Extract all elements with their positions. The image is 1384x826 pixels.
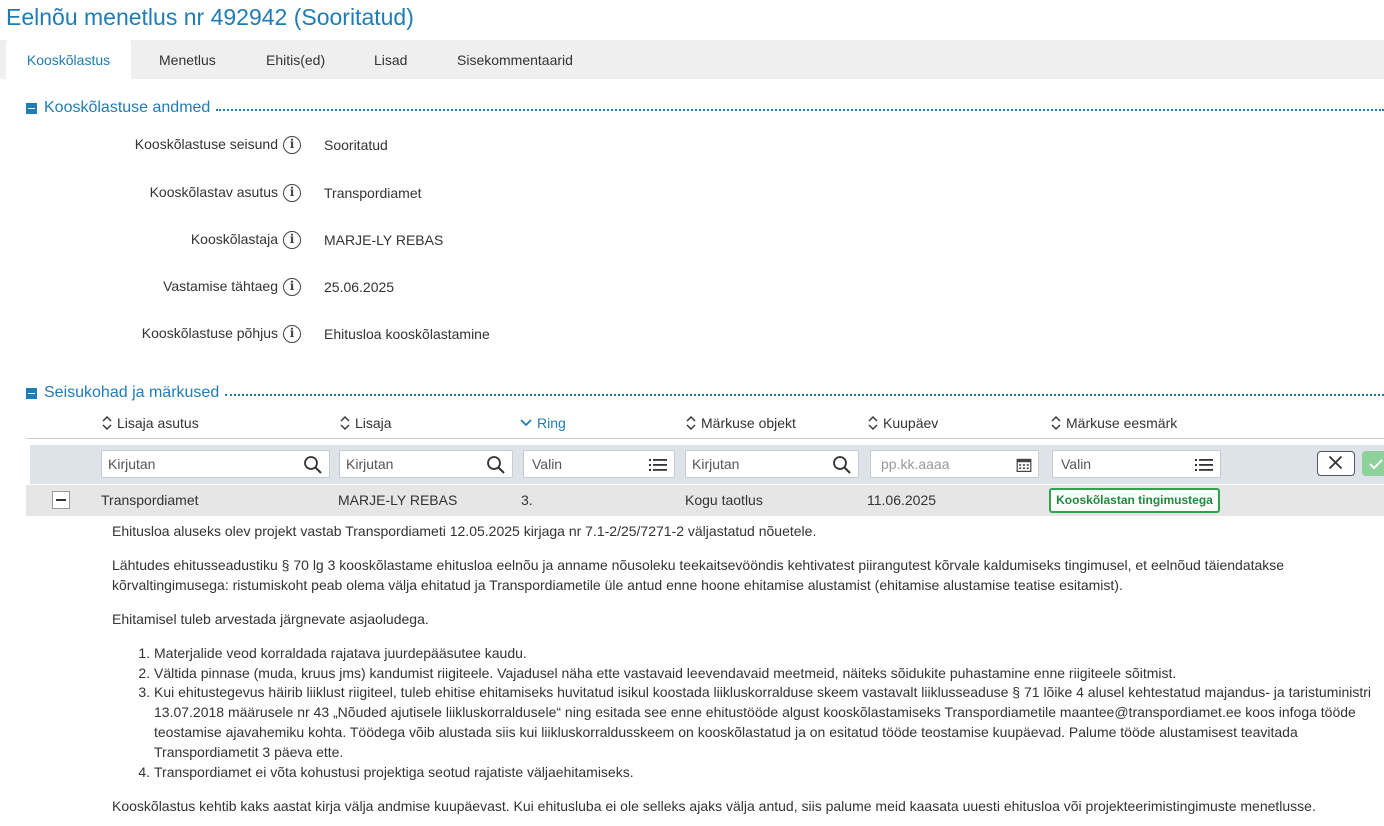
tab-ehitised[interactable]: Ehitis(ed) (266, 40, 325, 79)
remark-paragraph-3: Ehitamisel tuleb arvestada järgnevate as… (112, 611, 429, 627)
list-text: Vältida pinnase (muda, kruus jms) kandum… (154, 665, 1177, 681)
sort-icon (1051, 415, 1061, 431)
tab-sisekommentaarid[interactable]: Sisekommentaarid (457, 40, 573, 79)
field-value-pohjus: Ehitusloa kooskõlastamine (324, 326, 490, 342)
field-label-asutus: Kooskõlastav asutus (149, 184, 278, 200)
list-text: Materjalide veod korraldada rajatava juu… (154, 645, 527, 661)
list-number: 4. (138, 764, 150, 780)
sort-icon (102, 415, 112, 431)
column-header-kuupaev[interactable]: Kuupäev (868, 415, 938, 431)
list-text-line-3: teostamise ajavahemiku kohta. Töödega võ… (154, 724, 1298, 740)
sort-icon (868, 415, 878, 431)
check-icon (1369, 459, 1383, 470)
list-number: 2. (138, 665, 150, 681)
remark-paragraph-2-line-2: kõrvaltingimusega: ristumiskoht peab ole… (112, 577, 1123, 593)
field-value-kooskolastaja: MARJE-LY REBAS (324, 232, 444, 248)
status-badge: Kooskõlastan tingimustega (1049, 488, 1220, 513)
tab-lisad[interactable]: Lisad (374, 40, 407, 79)
list-icon[interactable] (648, 455, 668, 475)
cell-lisaja-asutus: Transpordiamet (101, 492, 199, 508)
tab-menetlus[interactable]: Menetlus (159, 40, 216, 79)
tab-bar: Kooskõlastus Menetlus Ehitis(ed) Lisad S… (0, 40, 1384, 79)
filter-select-markuse-eesmark[interactable] (1061, 451, 1187, 477)
clear-filters-button[interactable] (1317, 451, 1355, 476)
cell-markuse-objekt: Kogu taotlus (685, 492, 763, 508)
filter-input-lisaja-asutus[interactable] (108, 451, 298, 477)
search-icon[interactable] (486, 455, 506, 475)
section-title: Kooskõlastuse andmed (44, 99, 211, 116)
list-text: Transpordiamet ei võta kohustusi projekt… (154, 764, 634, 780)
field-value-seisund: Sooritatud (324, 137, 388, 153)
info-icon[interactable]: i (283, 278, 301, 296)
section-title: Seisukohad ja märkused (44, 384, 220, 401)
list-text-line-2: 13.07.2018 määrusele nr 43 „Nõuded ajuti… (154, 704, 1356, 720)
collapse-icon[interactable] (26, 102, 37, 114)
list-text-line-1: Kui ehitustegevus häirib liiklust riigit… (154, 684, 1372, 700)
filter-lisaja-asutus (101, 450, 330, 478)
page-title: Eelnõu menetlus nr 492942 (Sooritatud) (6, 4, 414, 30)
tab-kooskolastus[interactable]: Kooskõlastus (6, 40, 131, 79)
list-text-line-4: Transpordiametit 3 päeva ette. (154, 744, 344, 760)
calendar-icon[interactable] (1016, 457, 1032, 473)
list-icon[interactable] (1194, 455, 1214, 475)
column-header-markuse-eesmark[interactable]: Märkuse eesmärk (1051, 415, 1177, 431)
filter-markuse-eesmark (1052, 450, 1221, 478)
section-divider (216, 109, 1384, 111)
field-label-kooskolastaja: Kooskõlastaja (190, 231, 278, 247)
row-collapse-toggle[interactable] (52, 491, 70, 509)
search-icon[interactable] (303, 455, 323, 475)
section-divider (225, 394, 1384, 396)
filter-kuupaev (870, 450, 1039, 478)
close-icon (1328, 455, 1343, 470)
column-header-lisaja-asutus[interactable]: Lisaja asutus (102, 415, 199, 431)
info-icon[interactable]: i (283, 184, 301, 202)
sort-desc-icon (520, 415, 532, 431)
filter-markuse-objekt (685, 450, 859, 478)
search-icon[interactable] (832, 455, 852, 475)
info-icon[interactable]: i (283, 136, 301, 154)
sort-icon (340, 415, 350, 431)
column-header-markuse-objekt[interactable]: Märkuse objekt (686, 415, 796, 431)
filter-date-kuupaev[interactable] (881, 451, 1011, 477)
section-seisukohad-header: Seisukohad ja märkused (26, 383, 1384, 403)
filter-input-lisaja[interactable] (346, 451, 484, 477)
column-label: Kuupäev (883, 415, 939, 431)
table-header-divider (26, 438, 1384, 439)
cell-lisaja: MARJE-LY REBAS (338, 492, 458, 508)
list-item: 3. Kui ehitustegevus häirib liiklust rii… (136, 682, 1376, 762)
column-label: Märkuse eesmärk (1066, 415, 1178, 431)
field-value-tahtaeg: 25.06.2025 (324, 279, 395, 295)
section-kooskolastuse-andmed-header: Kooskõlastuse andmed (26, 98, 1384, 118)
remark-paragraph-4: Kooskõlastus kehtib kaks aastat kirja vä… (112, 798, 1316, 814)
info-icon[interactable]: i (283, 325, 301, 343)
collapse-icon[interactable] (26, 387, 37, 399)
column-label: Ring (537, 415, 566, 431)
field-label-pohjus: Kooskõlastuse põhjus (141, 325, 278, 341)
field-label-tahtaeg: Vastamise tähtaeg (163, 278, 278, 294)
info-icon[interactable]: i (283, 231, 301, 249)
list-number: 3. (138, 684, 150, 700)
column-label: Märkuse objekt (701, 415, 796, 431)
field-value-asutus: Transpordiamet (324, 185, 422, 201)
remark-paragraph-1: Ehitusloa aluseks olev projekt vastab Tr… (112, 523, 817, 539)
remark-paragraph-2-line-1: Lähtudes ehitusseadustiku § 70 lg 3 koos… (112, 557, 1285, 573)
cell-ring: 3. (521, 492, 533, 508)
filter-select-ring[interactable] (532, 451, 642, 477)
column-header-ring[interactable]: Ring (520, 415, 566, 431)
apply-filters-button[interactable] (1362, 451, 1384, 476)
column-header-lisaja[interactable]: Lisaja (340, 415, 392, 431)
column-label: Lisaja asutus (117, 415, 199, 431)
sort-icon (686, 415, 696, 431)
filter-lisaja (339, 450, 513, 478)
filter-input-markuse-objekt[interactable] (692, 451, 830, 477)
list-number: 1. (138, 645, 150, 661)
filter-ring (523, 450, 675, 478)
column-label: Lisaja (355, 415, 392, 431)
cell-kuupaev: 11.06.2025 (867, 492, 937, 508)
field-label-seisund: Kooskõlastuse seisund (134, 136, 278, 152)
